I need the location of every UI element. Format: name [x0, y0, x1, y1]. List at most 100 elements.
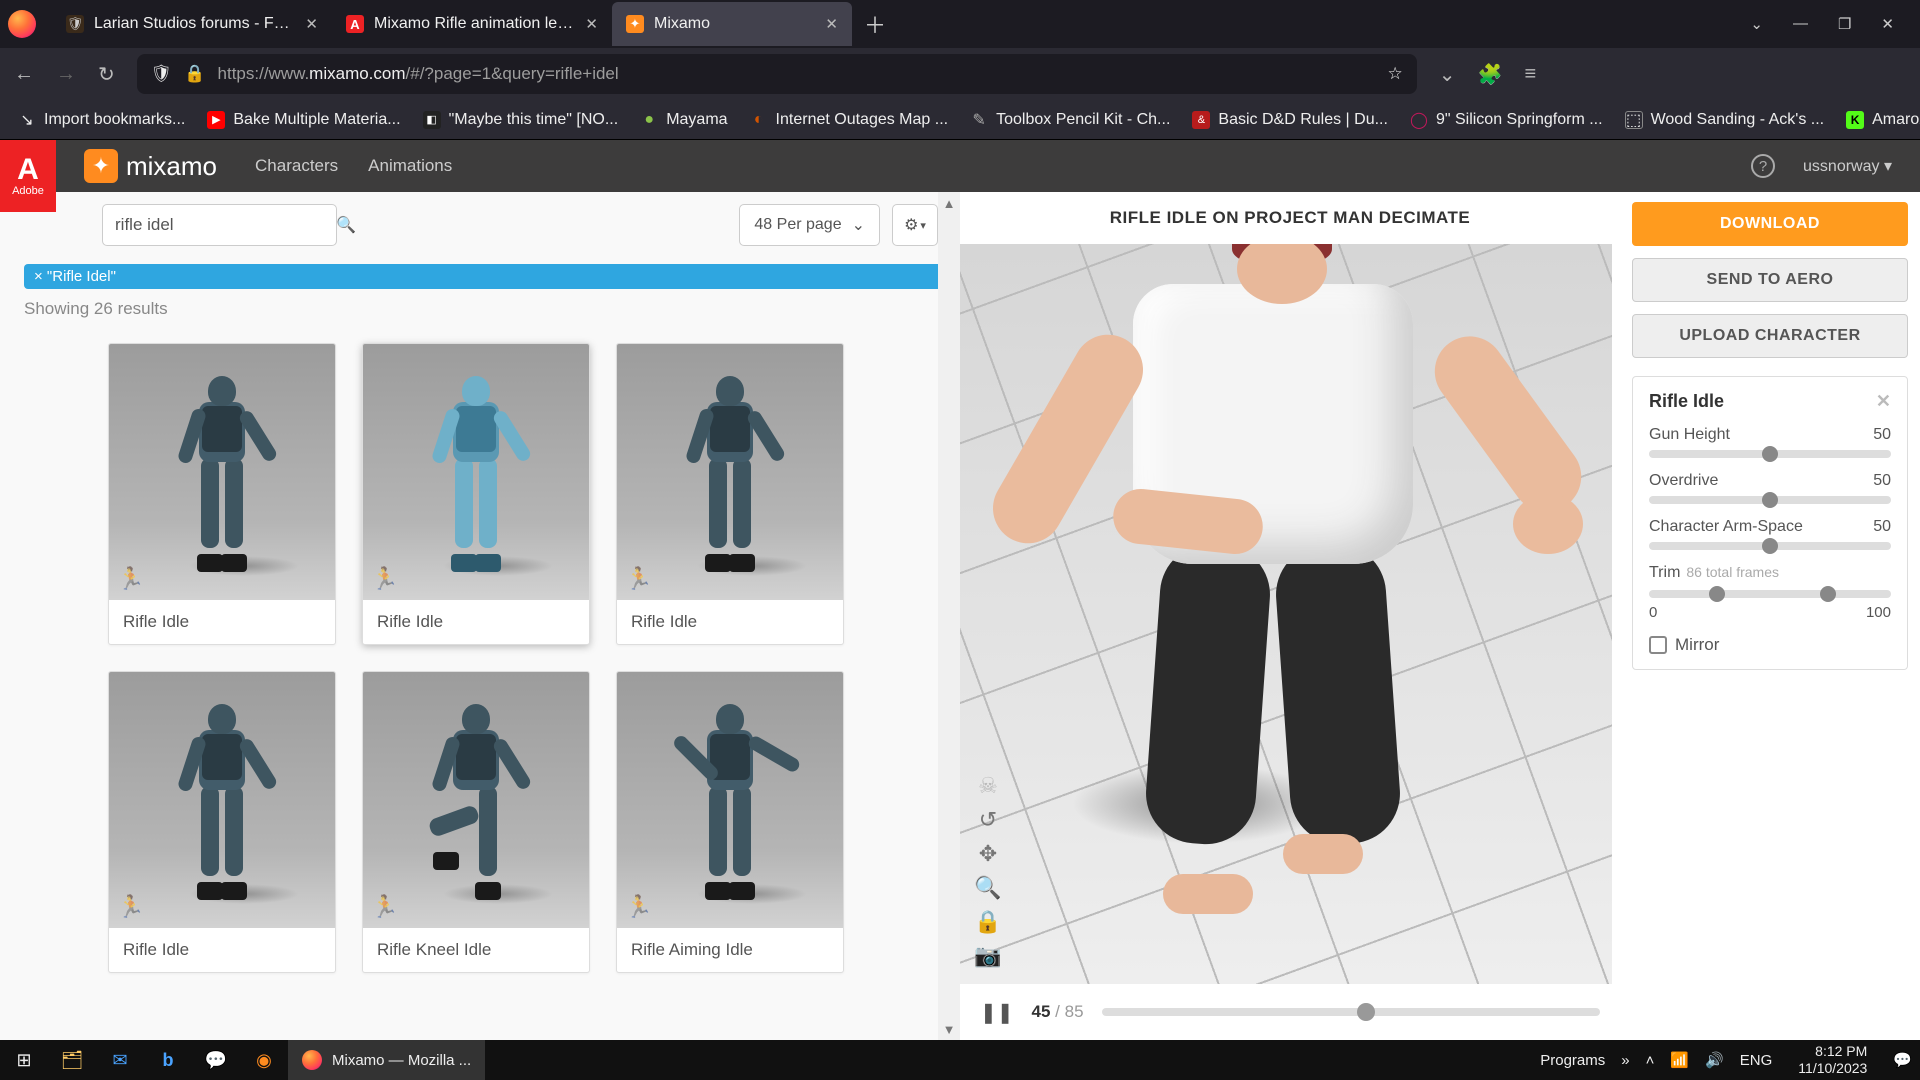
notifications-icon[interactable]: 💬: [1893, 1051, 1912, 1069]
scroll-down-icon[interactable]: ▼: [938, 1018, 960, 1040]
bookmark-item[interactable]: ●Mayama: [640, 111, 727, 129]
close-icon[interactable]: ✕: [1876, 391, 1891, 412]
slider-knob[interactable]: [1762, 446, 1778, 462]
card-title: Rifle Idle: [109, 928, 335, 972]
trim-knob-lo[interactable]: [1709, 586, 1725, 602]
preview-pane: RIFLE IDLE ON PROJECT MAN DECIMATE: [960, 192, 1920, 1040]
close-window-icon[interactable]: ✕: [1881, 15, 1894, 33]
start-button[interactable]: ⊞: [0, 1040, 48, 1080]
bookmark-star-icon[interactable]: ☆: [1388, 64, 1403, 84]
slider[interactable]: [1649, 450, 1891, 458]
scrollbar[interactable]: ▲ ▼: [938, 192, 960, 1040]
tab-title: Mixamo: [654, 15, 815, 33]
blender-icon[interactable]: ◉: [240, 1040, 288, 1080]
result-card[interactable]: 🏃 Rifle Idle: [616, 343, 844, 645]
tab-favicon: A: [346, 15, 364, 33]
bookmark-item[interactable]: ◧"Maybe this time" [NO...: [423, 111, 619, 129]
clock[interactable]: 8:12 PM 11/10/2023: [1788, 1043, 1877, 1077]
chevron-down-icon[interactable]: ⌄: [1750, 15, 1763, 33]
result-card[interactable]: 🏃 Rifle Idle: [362, 343, 590, 645]
user-menu[interactable]: ussnorway ▾: [1803, 156, 1892, 176]
upload-character-button[interactable]: UPLOAD CHARACTER: [1632, 314, 1908, 358]
firefox-icon: [302, 1050, 322, 1070]
menu-icon[interactable]: ≡: [1524, 63, 1536, 86]
tab-2[interactable]: ✦ Mixamo ✕: [612, 2, 852, 46]
nav-characters[interactable]: Characters: [255, 156, 338, 176]
taskbar-firefox[interactable]: Mixamo — Mozilla ...: [288, 1040, 485, 1080]
viewport-3d[interactable]: ☠ ↺ ✥ 🔍 🔒 📷: [960, 244, 1612, 984]
overflow-icon[interactable]: »: [1621, 1052, 1629, 1069]
thumb: 🏃: [617, 344, 843, 600]
download-button[interactable]: DOWNLOAD: [1632, 202, 1908, 246]
send-to-aero-button[interactable]: SEND TO AERO: [1632, 258, 1908, 302]
adobe-logo[interactable]: A Adobe: [0, 140, 56, 212]
slider-knob[interactable]: [1762, 538, 1778, 554]
url-path: /#/?page=1&query=rifle+idel: [406, 64, 619, 84]
minimize-icon[interactable]: —: [1793, 15, 1808, 33]
lock-icon[interactable]: 🔒: [974, 908, 1002, 936]
reload-button[interactable]: ↻: [98, 62, 115, 87]
volume-icon[interactable]: 🔊: [1705, 1051, 1724, 1069]
bookmark-item[interactable]: ⬚Wood Sanding - Ack's ...: [1625, 111, 1825, 129]
scroll-up-icon[interactable]: ▲: [938, 192, 960, 214]
tab-0[interactable]: 🛡 Larian Studios forums - Forums ✕: [52, 2, 332, 46]
checkbox-icon[interactable]: [1649, 636, 1667, 654]
maximize-icon[interactable]: ❐: [1838, 15, 1851, 33]
bookmark-item[interactable]: ↘Import bookmarks...: [18, 111, 185, 129]
zoom-icon[interactable]: 🔍: [974, 874, 1002, 902]
bookmark-item[interactable]: ◐Internet Outages Map ...: [750, 111, 949, 129]
settings-button[interactable]: ⚙▾: [892, 204, 938, 246]
shield-icon[interactable]: 🛡: [151, 64, 173, 84]
search-input[interactable]: 🔍: [102, 204, 337, 246]
camera-icon[interactable]: 📷: [974, 942, 1002, 970]
mixamo-logo[interactable]: ✦ mixamo: [84, 149, 217, 183]
bookmark-item[interactable]: ✎Toolbox Pencil Kit - Ch...: [970, 111, 1170, 129]
help-icon[interactable]: ?: [1751, 154, 1775, 178]
pause-button[interactable]: ❚❚: [980, 1000, 1014, 1025]
trim-slider[interactable]: [1649, 590, 1891, 598]
timeline-slider[interactable]: [1102, 1008, 1600, 1016]
timeline-knob[interactable]: [1357, 1003, 1375, 1021]
tab-1[interactable]: A Mixamo Rifle animation left ha ✕: [332, 2, 612, 46]
url-bar[interactable]: 🛡 🔒 https://www.mixamo.com/#/?page=1&que…: [137, 54, 1417, 94]
pocket-icon[interactable]: ⌄: [1439, 62, 1456, 87]
slider[interactable]: [1649, 496, 1891, 504]
back-button[interactable]: ←: [14, 63, 34, 86]
bookmark-item[interactable]: &Basic D&D Rules | Du...: [1192, 111, 1388, 129]
mirror-checkbox[interactable]: Mirror: [1649, 635, 1891, 655]
close-icon[interactable]: ✕: [825, 15, 838, 33]
frame-counter: 45 / 85: [1032, 1002, 1084, 1022]
lock-icon[interactable]: 🔒: [184, 64, 205, 84]
programs-toolbar[interactable]: Programs: [1540, 1052, 1605, 1069]
search-icon[interactable]: 🔍: [336, 215, 356, 235]
bookmark-item[interactable]: ◯9" Silicon Springform ...: [1410, 111, 1603, 129]
filter-chip[interactable]: × "Rifle Idel": [24, 264, 960, 289]
app-icon[interactable]: b: [144, 1040, 192, 1080]
run-icon: 🏃: [625, 566, 652, 592]
close-icon[interactable]: ✕: [305, 15, 318, 33]
result-card[interactable]: 🏃 Rifle Idle: [108, 343, 336, 645]
bookmark-item[interactable]: ▶Bake Multiple Materia...: [207, 111, 400, 129]
file-explorer-icon[interactable]: 🗂: [48, 1040, 96, 1080]
mail-icon[interactable]: ✉: [96, 1040, 144, 1080]
reset-icon[interactable]: ↺: [974, 806, 1002, 834]
tray-chevron-icon[interactable]: ˄: [1646, 1052, 1655, 1069]
skull-icon[interactable]: ☠: [974, 772, 1002, 800]
result-card[interactable]: 🏃 Rifle Idle: [108, 671, 336, 973]
slider-knob[interactable]: [1762, 492, 1778, 508]
discord-icon[interactable]: 💬: [192, 1040, 240, 1080]
slider[interactable]: [1649, 542, 1891, 550]
new-tab-button[interactable]: ＋: [864, 8, 886, 40]
per-page-select[interactable]: 48 Per page ⌄: [739, 204, 880, 246]
move-icon[interactable]: ✥: [974, 840, 1002, 868]
close-icon[interactable]: ✕: [585, 15, 598, 33]
search-field[interactable]: [115, 215, 336, 235]
bookmark-item[interactable]: KAmaroza76 | Kick: [1846, 111, 1920, 129]
nav-animations[interactable]: Animations: [368, 156, 452, 176]
trim-knob-hi[interactable]: [1820, 586, 1836, 602]
extensions-icon[interactable]: 🧩: [1478, 62, 1503, 87]
language-indicator[interactable]: ENG: [1740, 1052, 1773, 1069]
wifi-icon[interactable]: 📶: [1670, 1051, 1689, 1069]
result-card[interactable]: 🏃 Rifle Aiming Idle: [616, 671, 844, 973]
result-card[interactable]: 🏃 Rifle Kneel Idle: [362, 671, 590, 973]
